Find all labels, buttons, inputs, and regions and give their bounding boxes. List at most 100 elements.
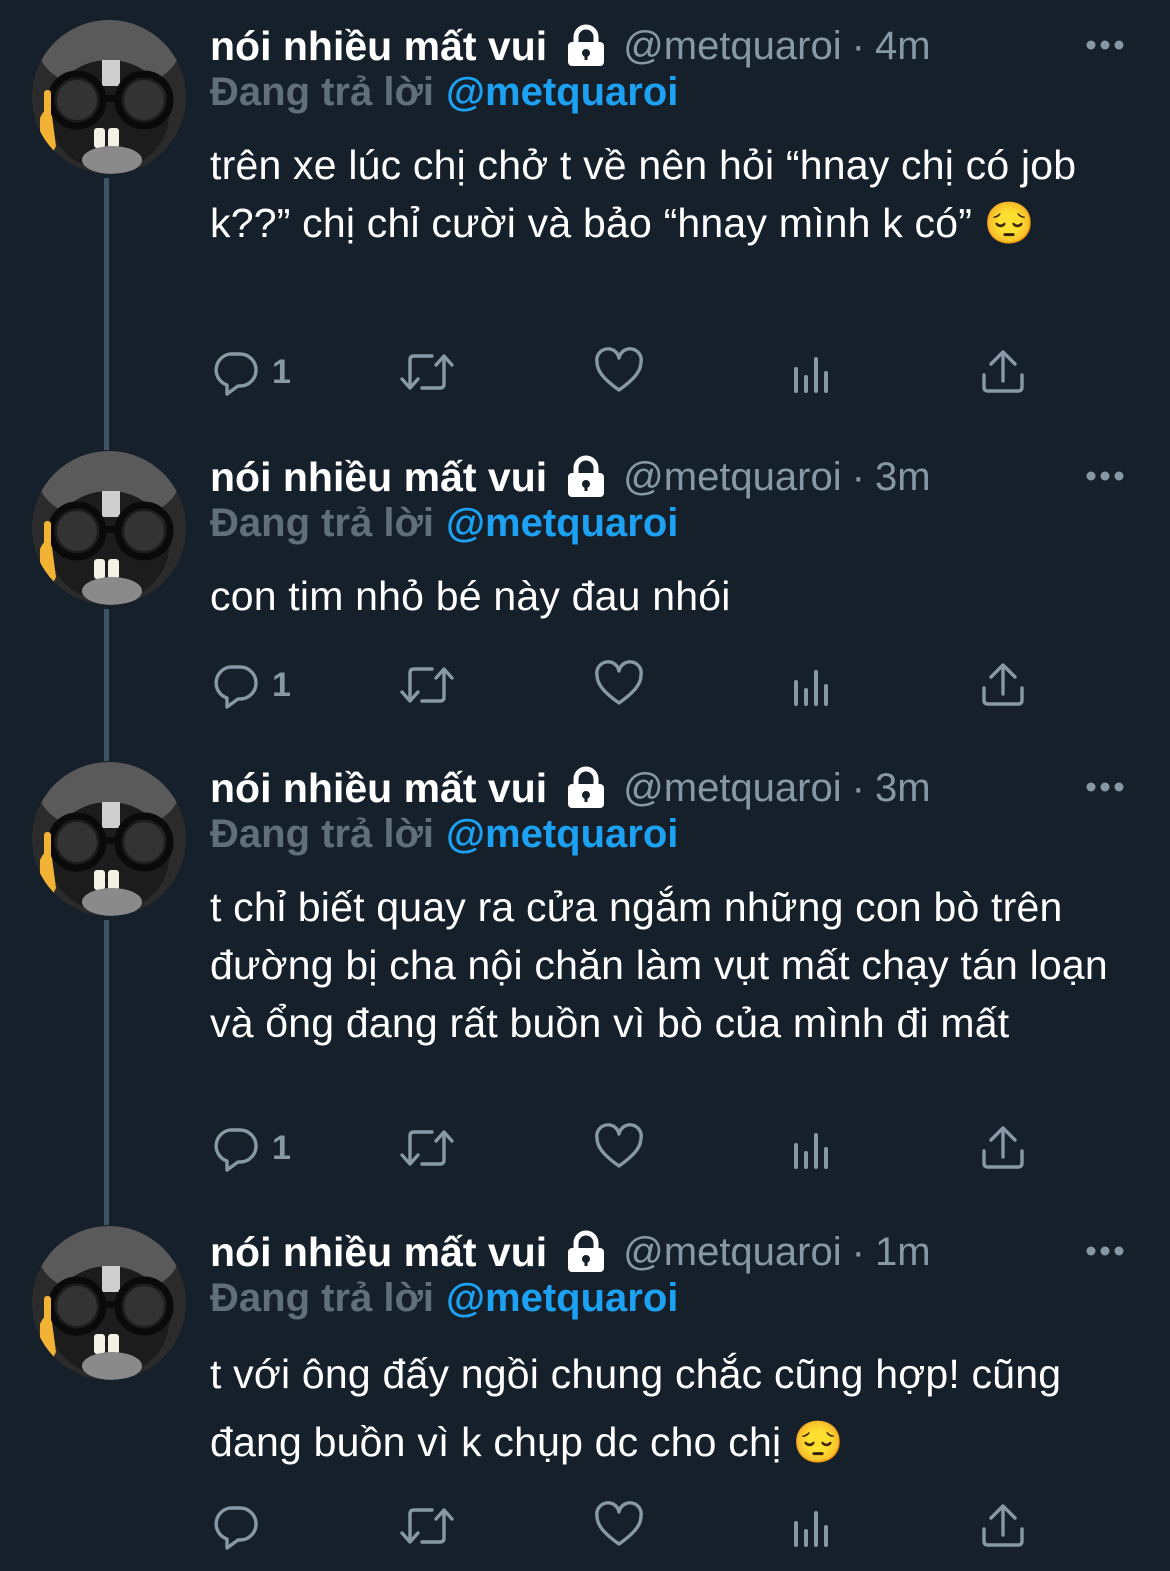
reply-count: 1 <box>272 352 291 391</box>
avatar[interactable] <box>32 20 186 174</box>
heart-icon <box>594 660 644 710</box>
avatar-image <box>32 20 186 174</box>
avatar[interactable] <box>32 1226 186 1380</box>
share-button[interactable] <box>980 1118 1026 1178</box>
heart-icon <box>594 347 644 397</box>
timestamp[interactable]: 3m <box>875 766 931 811</box>
tweet-header: nói nhiều mất vui @metquaroi · 4m <box>210 18 931 74</box>
analytics-button[interactable] <box>790 342 836 402</box>
analytics-button[interactable] <box>790 1496 836 1556</box>
reply-icon <box>210 347 260 397</box>
replying-to: Đang trả lời @metquaroi <box>210 70 678 115</box>
replying-label: Đang trả lời <box>210 501 435 545</box>
share-button[interactable] <box>980 655 1026 715</box>
tweet-header: nói nhiều mất vui @metquaroi · 3m <box>210 449 931 505</box>
reply-button[interactable]: 1 <box>210 655 291 715</box>
tweet-text: con tim nhỏ bé này đau nhói <box>210 573 731 619</box>
tweet-text: t với ông đấy ngồi chung chắc cũng hợp! … <box>210 1351 1062 1465</box>
separator-dot: · <box>851 765 865 810</box>
tweet[interactable]: nói nhiều mất vui @metquaroi · 3m Đang t… <box>0 760 1170 1210</box>
replying-mention[interactable]: @metquaroi <box>446 812 678 856</box>
avatar[interactable] <box>32 451 186 605</box>
retweet-button[interactable] <box>398 1118 456 1178</box>
like-button[interactable] <box>594 1118 644 1178</box>
more-options-icon[interactable] <box>1085 38 1125 52</box>
separator-dot: · <box>851 23 865 68</box>
lock-icon <box>565 766 607 810</box>
reply-icon <box>210 660 260 710</box>
analytics-button[interactable] <box>790 655 836 715</box>
tweet[interactable]: nói nhiều mất vui @metquaroi · 3m Đang t… <box>0 449 1170 749</box>
username-handle[interactable]: @metquaroi <box>623 24 841 69</box>
heart-icon <box>594 1501 644 1551</box>
analytics-icon <box>790 1501 836 1551</box>
tweet[interactable]: nói nhiều mất vui @metquaroi · 1m Đang t… <box>0 1224 1170 1564</box>
tweet-header: nói nhiều mất vui @metquaroi · 1m <box>210 1224 931 1280</box>
replying-label: Đang trả lời <box>210 70 435 114</box>
analytics-icon <box>790 1123 836 1173</box>
reply-button[interactable]: 1 <box>210 1118 291 1178</box>
retweet-button[interactable] <box>398 1496 456 1556</box>
retweet-icon <box>398 1123 456 1173</box>
avatar-image <box>32 762 186 916</box>
tweet-header: nói nhiều mất vui @metquaroi · 3m <box>210 760 931 816</box>
action-bar <box>210 1496 1090 1556</box>
share-button[interactable] <box>980 1496 1026 1556</box>
retweet-icon <box>398 660 456 710</box>
separator-dot: · <box>851 454 865 499</box>
more-options-icon[interactable] <box>1085 469 1125 483</box>
timestamp[interactable]: 3m <box>875 455 931 500</box>
display-name[interactable]: nói nhiều mất vui <box>210 765 547 812</box>
more-options-icon[interactable] <box>1085 780 1125 794</box>
reply-icon <box>210 1123 260 1173</box>
share-icon <box>980 1501 1026 1551</box>
tweet[interactable]: nói nhiều mất vui @metquaroi · 4m Đang t… <box>0 18 1170 418</box>
reply-icon <box>210 1501 260 1551</box>
replying-to: Đang trả lời @metquaroi <box>210 501 678 546</box>
retweet-icon <box>398 1501 456 1551</box>
lock-icon <box>565 1230 607 1274</box>
replying-to: Đang trả lời @metquaroi <box>210 812 678 857</box>
replying-label: Đang trả lời <box>210 812 435 856</box>
action-bar: 1 <box>210 1118 1090 1178</box>
share-button[interactable] <box>980 342 1026 402</box>
reply-count: 1 <box>272 665 291 704</box>
action-bar: 1 <box>210 342 1090 402</box>
reply-count: 1 <box>272 1128 291 1167</box>
avatar-image <box>32 1226 186 1380</box>
share-icon <box>980 347 1026 397</box>
separator-dot: · <box>851 1229 865 1274</box>
lock-icon <box>565 24 607 68</box>
display-name[interactable]: nói nhiều mất vui <box>210 454 547 501</box>
timestamp[interactable]: 4m <box>875 24 931 69</box>
retweet-button[interactable] <box>398 342 456 402</box>
replying-mention[interactable]: @metquaroi <box>446 70 678 114</box>
replying-mention[interactable]: @metquaroi <box>446 1276 678 1320</box>
reply-button[interactable]: 1 <box>210 342 291 402</box>
reply-button[interactable] <box>210 1496 272 1556</box>
avatar-image <box>32 451 186 605</box>
more-options-icon[interactable] <box>1085 1244 1125 1258</box>
like-button[interactable] <box>594 342 644 402</box>
action-bar: 1 <box>210 655 1090 715</box>
retweet-icon <box>398 347 456 397</box>
avatar[interactable] <box>32 762 186 916</box>
timestamp[interactable]: 1m <box>875 1230 931 1275</box>
display-name[interactable]: nói nhiều mất vui <box>210 23 547 70</box>
replying-mention[interactable]: @metquaroi <box>446 501 678 545</box>
display-name[interactable]: nói nhiều mất vui <box>210 1229 547 1276</box>
analytics-icon <box>790 660 836 710</box>
retweet-button[interactable] <box>398 655 456 715</box>
analytics-icon <box>790 347 836 397</box>
tweet-text: t chỉ biết quay ra cửa ngắm những con bò… <box>210 884 1108 1046</box>
username-handle[interactable]: @metquaroi <box>623 1230 841 1275</box>
replying-label: Đang trả lời <box>210 1276 435 1320</box>
like-button[interactable] <box>594 1496 644 1556</box>
share-icon <box>980 1123 1026 1173</box>
analytics-button[interactable] <box>790 1118 836 1178</box>
tweet-text: trên xe lúc chị chở t về nên hỏi “hnay c… <box>210 142 1077 246</box>
username-handle[interactable]: @metquaroi <box>623 766 841 811</box>
lock-icon <box>565 455 607 499</box>
username-handle[interactable]: @metquaroi <box>623 455 841 500</box>
like-button[interactable] <box>594 655 644 715</box>
